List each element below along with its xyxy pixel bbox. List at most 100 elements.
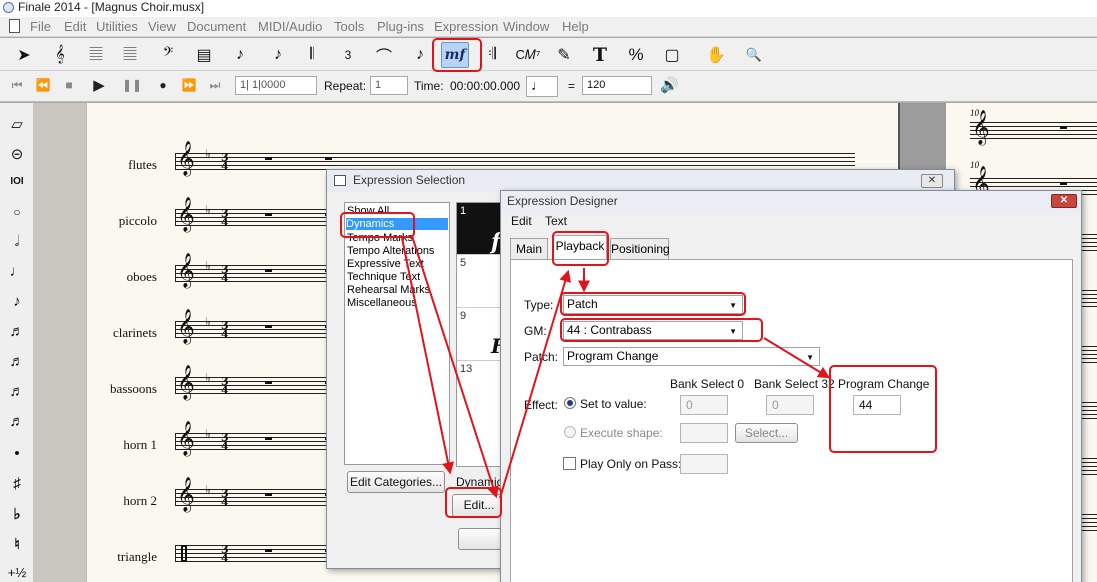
voice-icon[interactable]: IOI xyxy=(0,176,34,187)
dot-icon[interactable]: • xyxy=(0,445,34,462)
forward-to-end-icon[interactable]: ⏭ xyxy=(206,78,224,93)
category-list[interactable]: Show All Dynamics Tempo Marks Tempo Alte… xyxy=(344,202,450,465)
resize-tool-icon[interactable]: % xyxy=(622,42,650,68)
articulation-tool-icon[interactable]: ♪ xyxy=(264,42,292,68)
zoom-tool-icon[interactable]: 🔍 xyxy=(740,42,768,68)
bank-select-0-field[interactable]: 0 xyxy=(680,395,728,415)
expression-cell-1[interactable]: 1 f xyxy=(457,203,505,255)
bank-select-32-field[interactable]: 0 xyxy=(766,395,814,415)
measure-counter-field[interactable]: 1| 1|0000 xyxy=(235,76,317,95)
category-expressive-text[interactable]: Expressive Text xyxy=(347,258,424,270)
rewind-to-start-icon[interactable]: ⏮ xyxy=(8,78,26,93)
category-miscellaneous[interactable]: Miscellaneous xyxy=(347,297,417,309)
mirror-tool-icon[interactable]: ✎ xyxy=(550,42,578,68)
category-tempo-alterations[interactable]: Tempo Alterations xyxy=(347,245,434,257)
quarter-note-icon[interactable]: ♩ xyxy=(0,263,34,280)
hundred-twenty-eighth-note-icon[interactable]: ♬ xyxy=(0,413,34,430)
instrument-label[interactable]: horn 1 xyxy=(87,437,157,453)
smart-shape-tool-icon[interactable]: 𝄃 xyxy=(298,42,326,68)
natural-icon[interactable]: ♮ xyxy=(0,535,34,553)
edit-categories-button[interactable]: Edit Categories... xyxy=(347,471,445,493)
play-icon[interactable]: ▶ xyxy=(90,76,108,94)
whole-note-icon[interactable]: ○ xyxy=(0,205,34,219)
pause-icon[interactable]: ❚❚ xyxy=(122,78,142,92)
text-tool-icon[interactable]: T xyxy=(586,42,614,68)
page-layout-tool-icon[interactable]: ▢ xyxy=(658,42,686,68)
thirty-second-note-icon[interactable]: ♬ xyxy=(0,353,34,370)
select-shape-button[interactable]: Select... xyxy=(735,423,798,443)
execute-shape-field[interactable] xyxy=(680,423,728,443)
fast-forward-icon[interactable]: ⏩ xyxy=(180,78,198,92)
instrument-label[interactable]: oboes xyxy=(87,269,157,285)
clef-tool-icon[interactable]: 𝄢 xyxy=(154,42,182,68)
menu-help[interactable]: Help xyxy=(562,19,589,35)
gm-select[interactable]: 44 : Contrabass ▼ xyxy=(563,321,743,340)
hold-note-icon[interactable]: ⊝ xyxy=(0,145,34,163)
menu-utilities[interactable]: Utilities xyxy=(96,19,138,35)
playback-settings-icon[interactable]: 🔊 xyxy=(660,76,679,94)
instrument-label[interactable]: bassoons xyxy=(87,381,157,397)
tab-main[interactable]: Main xyxy=(510,238,548,259)
note-tool-icon[interactable]: ♪ xyxy=(226,42,254,68)
expression-cell-9[interactable]: 9 F xyxy=(457,308,505,361)
tab-playback[interactable]: Playback xyxy=(553,235,607,259)
instrument-label[interactable]: horn 2 xyxy=(87,493,157,509)
menu-plug-ins[interactable]: Plug-ins xyxy=(377,19,424,35)
designer-menu-text[interactable]: Text xyxy=(545,214,567,228)
instrument-label[interactable]: piccolo xyxy=(87,213,157,229)
menu-view[interactable]: View xyxy=(148,19,176,35)
chord-tool-icon[interactable]: C𝑀⁷ xyxy=(514,42,542,68)
expression-cell-13[interactable]: 13 xyxy=(457,361,505,466)
menu-file[interactable]: File xyxy=(30,19,51,35)
instrument-label[interactable]: flutes xyxy=(87,157,157,173)
instrument-label[interactable]: triangle xyxy=(87,549,157,565)
tuplet-tool-icon[interactable]: 3 xyxy=(334,42,362,68)
instrument-label[interactable]: clarinets xyxy=(87,325,157,341)
simple-entry-tool-icon[interactable]: 𝄚 xyxy=(82,42,110,68)
tempo-field[interactable]: 120 xyxy=(582,76,652,95)
repeat-select[interactable]: 1 xyxy=(370,76,408,95)
staff-tool-icon[interactable]: 𝄞 xyxy=(46,42,74,68)
designer-menu-edit[interactable]: Edit xyxy=(511,214,532,228)
menu-edit[interactable]: Edit xyxy=(64,19,86,35)
eraser-icon[interactable]: ▱ xyxy=(0,115,34,133)
menu-document[interactable]: Document xyxy=(187,19,246,35)
patch-select[interactable]: Program Change ▼ xyxy=(563,347,820,366)
hand-grabber-tool-icon[interactable]: ✋ xyxy=(702,42,730,68)
document-icon[interactable] xyxy=(9,19,20,33)
tab-positioning[interactable]: Positioning xyxy=(610,238,670,259)
menu-window[interactable]: Window xyxy=(503,19,549,35)
stop-icon[interactable]: ■ xyxy=(60,78,78,92)
menu-midi-audio[interactable]: MIDI/Audio xyxy=(258,19,322,35)
rewind-icon[interactable]: ⏪ xyxy=(34,78,52,92)
measure-tool-icon[interactable]: ▤ xyxy=(190,42,218,68)
menu-expression[interactable]: Expression xyxy=(434,19,498,35)
play-only-on-pass-field[interactable] xyxy=(680,454,728,474)
execute-shape-radio[interactable] xyxy=(564,426,576,438)
edit-expression-button[interactable]: Edit... xyxy=(452,494,506,517)
eighth-note-icon[interactable]: ♪ xyxy=(0,293,34,310)
half-step-up-icon[interactable]: +½ xyxy=(0,565,34,580)
type-select[interactable]: Patch ▼ xyxy=(563,295,743,314)
flat-icon[interactable]: ♭ xyxy=(0,505,34,523)
play-only-on-pass-checkbox[interactable] xyxy=(563,457,576,470)
expression-selection-close-icon[interactable]: ✕ xyxy=(921,174,943,188)
menu-tools[interactable]: Tools xyxy=(334,19,364,35)
lyrics-tool-icon[interactable]: ♪ xyxy=(406,42,434,68)
expression-designer-close-icon[interactable]: ✕ xyxy=(1051,194,1077,208)
selection-tool-icon[interactable]: ➤ xyxy=(10,42,38,68)
expression-tool-icon[interactable]: mf xyxy=(441,42,469,68)
repeat-tool-icon[interactable]: 𝄇 xyxy=(478,42,506,68)
sharp-icon[interactable]: ♯ xyxy=(0,475,34,492)
sixteenth-note-icon[interactable]: ♬ xyxy=(0,323,34,340)
sixty-fourth-note-icon[interactable]: ♬ xyxy=(0,383,34,400)
staff[interactable]: 𝄞 ♭ 3 4 xyxy=(175,144,855,174)
category-tempo-marks[interactable]: Tempo Marks xyxy=(347,232,413,244)
category-dynamics[interactable]: Dynamics xyxy=(346,218,448,230)
category-show-all[interactable]: Show All xyxy=(347,205,389,217)
set-to-value-radio[interactable] xyxy=(564,397,576,409)
record-icon[interactable]: ● xyxy=(154,78,172,92)
half-note-icon[interactable]: 𝅗𝅥 xyxy=(0,233,34,250)
expression-grid[interactable]: 1 f 5 9 F 13 xyxy=(456,202,506,467)
expression-cell-5[interactable]: 5 xyxy=(457,255,505,308)
